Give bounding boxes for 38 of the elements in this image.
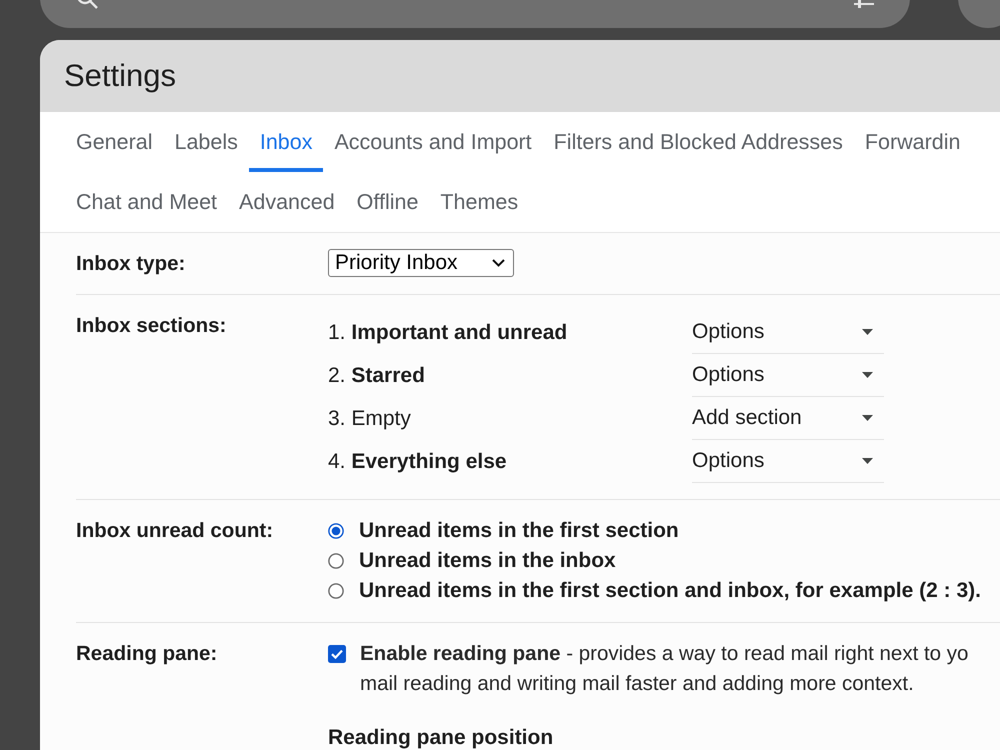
settings-title: Settings <box>64 58 176 94</box>
settings-tab[interactable]: Inbox <box>248 112 324 172</box>
section-dropdown[interactable]: Add section <box>692 397 884 440</box>
caret-down-icon <box>862 372 873 378</box>
radio-label: Unread items in the first section and inbox, for example (2 : 3). <box>359 579 981 603</box>
setting-label: Reading pane: <box>76 641 218 667</box>
reading-pane-description: Enable reading pane - provides a way to read mail right next to yo mail reading and writing mail faster and adding more context. <box>360 641 968 697</box>
settings-tab[interactable]: Accounts and Import <box>323 112 543 172</box>
section-name: 1. Important and unread <box>328 320 568 344</box>
inbox-type-select[interactable]: Priority Inbox <box>328 249 514 277</box>
settings-tab[interactable]: Filters and Blocked Addresses <box>542 112 854 172</box>
setting-label: Inbox type: <box>76 251 186 277</box>
setting-label: Inbox unread count: <box>76 518 274 544</box>
settings-tab[interactable]: General <box>65 112 164 172</box>
caret-down-icon <box>862 415 873 421</box>
radio-label: Unread items in the inbox <box>359 549 616 573</box>
caret-down-icon <box>862 458 873 464</box>
settings-tab[interactable]: Offline <box>346 172 430 232</box>
section-dropdown[interactable]: Options <box>692 311 884 354</box>
section-name: 4. Everything else <box>328 450 508 474</box>
reading-pane-position-heading: Reading pane position <box>328 725 554 750</box>
settings-tab[interactable]: Forwardin <box>854 112 972 172</box>
settings-tab[interactable]: Labels <box>164 112 249 172</box>
radio-button[interactable] <box>328 583 344 599</box>
settings-tab[interactable]: Chat and Meet <box>65 172 228 232</box>
radio-label: Unread items in the first section <box>359 519 679 543</box>
radio-button[interactable] <box>328 523 344 539</box>
settings-tab[interactable]: Advanced <box>228 172 346 232</box>
setting-label: Inbox sections: <box>76 313 226 339</box>
section-name: 2. Starred <box>328 364 426 388</box>
chevron-down-icon <box>492 259 505 267</box>
settings-tab[interactable]: Themes <box>429 172 530 232</box>
radio-button[interactable] <box>328 553 344 569</box>
caret-down-icon <box>862 329 873 335</box>
section-dropdown[interactable]: Options <box>692 440 884 483</box>
section-dropdown[interactable]: Options <box>692 354 884 397</box>
checkbox[interactable] <box>328 645 346 663</box>
section-name: 3. Empty <box>328 406 412 430</box>
